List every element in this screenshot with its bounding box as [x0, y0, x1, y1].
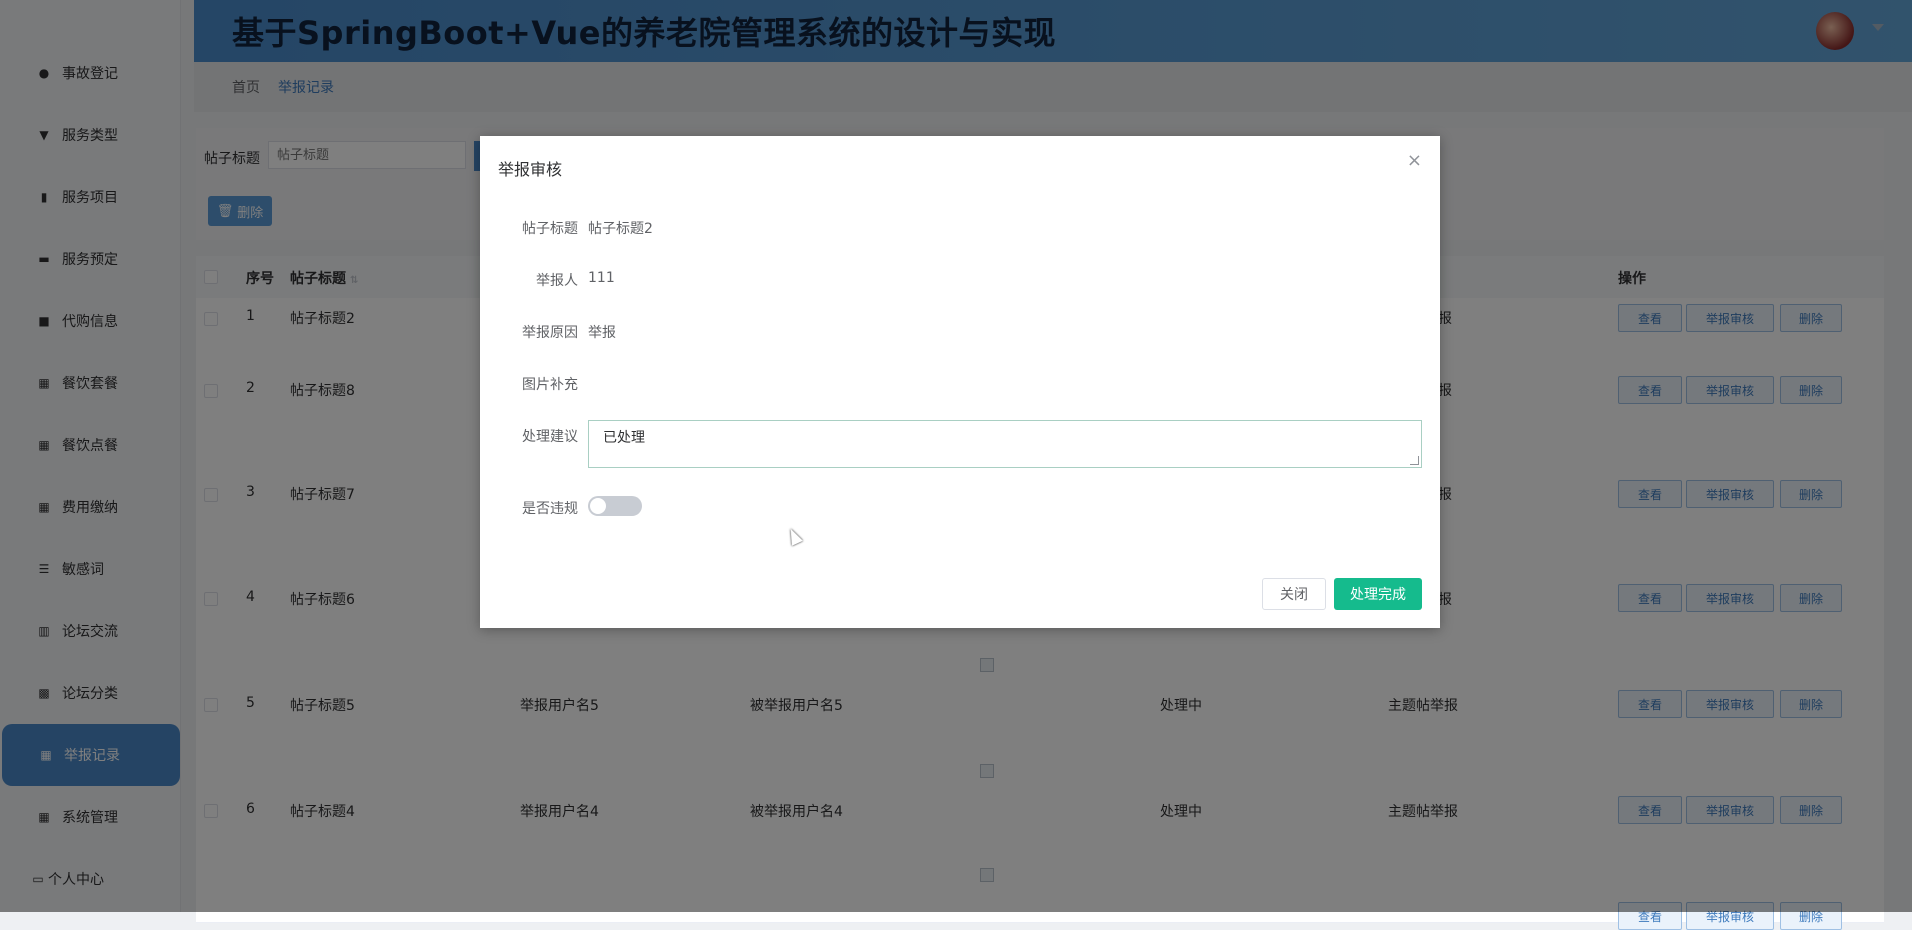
- advice-textarea[interactable]: 已处理: [588, 420, 1422, 468]
- violation-label: 是否违规: [522, 501, 578, 517]
- advice-label: 处理建议: [522, 429, 578, 445]
- close-button[interactable]: 关闭: [1262, 578, 1326, 610]
- reason-label: 举报原因: [522, 325, 578, 341]
- switch-knob: [590, 498, 606, 514]
- advice-text: 已处理: [603, 430, 645, 446]
- reporter-value: 111: [588, 270, 615, 286]
- close-icon[interactable]: ×: [1407, 152, 1422, 170]
- resize-handle[interactable]: [1410, 456, 1419, 465]
- image-label: 图片补充: [522, 377, 578, 393]
- dialog-title: 举报审核: [498, 160, 563, 179]
- report-audit-dialog: 举报审核 × 帖子标题 帖子标题2 举报人 111 举报原因 举报 图片补充 处…: [480, 136, 1440, 628]
- reason-value: 举报: [588, 325, 616, 341]
- post-title-label: 帖子标题: [522, 221, 578, 237]
- done-button[interactable]: 处理完成: [1334, 578, 1422, 610]
- violation-switch[interactable]: [588, 496, 642, 516]
- post-title-value: 帖子标题2: [588, 221, 653, 237]
- reporter-label: 举报人: [536, 273, 578, 289]
